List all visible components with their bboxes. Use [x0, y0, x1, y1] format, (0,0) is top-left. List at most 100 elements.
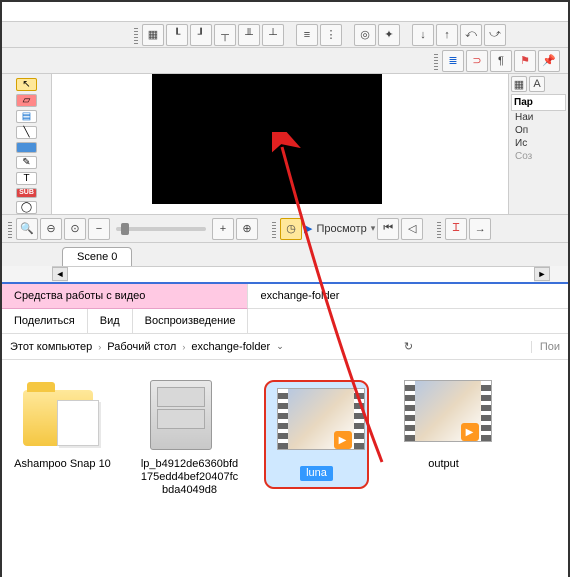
text-tool[interactable]: T [16, 172, 37, 185]
arrow-fwd-btn[interactable]: ⤻ [484, 24, 506, 46]
file-label: lp_b4912de6360bfd175edd4bef20407fcbda404… [140, 458, 240, 498]
breadcrumb-pc[interactable]: Этот компьютер [10, 341, 92, 353]
file-grid: Ashampoo Snap 10 lp_b4912de6360bfd175edd… [2, 360, 568, 518]
target-btn[interactable]: ◎ [354, 24, 376, 46]
editor-panel: ▦ ┖ ┚ ┬ ╨ ┴ ≡ ⋮ ◎ ✦ ↓ ↑ ⤺ ⤻ ≣ ⊃ ¶ ⚑ 📌 ↖ … [2, 2, 568, 282]
play-badge-icon: ▶ [461, 423, 479, 441]
para-btn[interactable]: ¶ [490, 50, 512, 72]
zoom-minus-btn[interactable]: − [88, 218, 110, 240]
panel-icon-1[interactable]: ▦ [511, 76, 527, 92]
properties-panel: ▦ A Пар Наи Оп Ис Соз [508, 74, 568, 214]
prop-item-1: Наи [511, 111, 566, 124]
file-item-cabinet[interactable]: lp_b4912de6360bfd175edd4bef20407fcbda404… [137, 380, 242, 498]
magnet-btn[interactable]: ⊃ [466, 50, 488, 72]
align-btn-1[interactable]: ▦ [142, 24, 164, 46]
zoom-100-btn[interactable]: 🔍 [16, 218, 38, 240]
editor-main: ↖ ▱ ▤ ╲ ✎ T SUB ◯ ▦ A Пар Наи Оп Ис Соз [2, 74, 568, 214]
toolbar-grip[interactable] [134, 26, 138, 44]
ribbon-tab-video-tools[interactable]: Средства работы с видео [2, 284, 248, 309]
scroll-left-icon[interactable]: ◄ [52, 267, 68, 281]
panel-icon-2[interactable]: A [529, 76, 545, 92]
zoom-in-btn[interactable]: ⊕ [236, 218, 258, 240]
scroll-track[interactable] [68, 267, 534, 282]
prop-item-2: Оп [511, 124, 566, 137]
scene-tabs: Scene 0 [2, 242, 568, 266]
toolbar-grip-2[interactable] [434, 52, 438, 70]
goto-btn[interactable]: → [469, 218, 491, 240]
clock-btn[interactable]: ◷ [280, 218, 302, 240]
preview-label[interactable]: Просмотр [316, 223, 366, 235]
canvas-stage[interactable] [152, 74, 382, 204]
canvas-area[interactable] [52, 74, 508, 214]
play-badge-icon: ▶ [334, 431, 352, 449]
step-back-btn[interactable]: ◁ [401, 218, 423, 240]
scroll-right-icon[interactable]: ► [534, 267, 550, 281]
left-toolbar: ↖ ▱ ▤ ╲ ✎ T SUB ◯ [2, 74, 52, 214]
align-btn-3[interactable]: ┚ [190, 24, 212, 46]
zoom-fit-btn[interactable]: ⊙ [64, 218, 86, 240]
folder-icon [23, 380, 103, 452]
breadcrumb-dropdown-icon[interactable]: ⌄ [276, 341, 290, 352]
pen-tool[interactable]: ✎ [16, 156, 37, 169]
select-tool[interactable]: ▱ [16, 94, 37, 107]
menu-bar [2, 2, 568, 22]
cabinet-icon [150, 380, 230, 452]
zoom-toolbar: 🔍 ⊖ ⊙ − + ⊕ ◷ ▶ Просмотр ▾ ⏮ ◁ Ꮖ → [2, 214, 568, 242]
preview-dropdown-icon[interactable]: ▾ [371, 223, 376, 234]
explorer-ribbon: Средства работы с видео Поделиться Вид В… [2, 284, 568, 334]
prop-item-3: Ис [511, 137, 566, 150]
ribbon-tab-view[interactable]: Вид [88, 309, 133, 333]
toolbar-align: ▦ ┖ ┚ ┬ ╨ ┴ ≡ ⋮ ◎ ✦ ↓ ↑ ⤺ ⤻ [2, 22, 568, 48]
align-btn-8[interactable]: ⋮ [320, 24, 342, 46]
arrow-up-btn[interactable]: ↑ [436, 24, 458, 46]
search-input[interactable]: Пои [531, 341, 560, 353]
sub-tool[interactable]: SUB [16, 188, 37, 199]
ribbon-empty [248, 309, 568, 321]
zoom-grip[interactable] [8, 220, 12, 238]
cursor-grip[interactable] [437, 220, 441, 238]
chevron-right-icon: › [98, 342, 101, 352]
align-btn-6[interactable]: ┴ [262, 24, 284, 46]
prev-frame-btn[interactable]: ⏮ [377, 218, 399, 240]
ribbon-tab-playback[interactable]: Воспроизведение [133, 309, 249, 333]
oval-tool[interactable]: ◯ [16, 201, 37, 214]
expand-btn[interactable]: ✦ [378, 24, 400, 46]
prop-item-4: Соз [511, 150, 566, 163]
flag-btn[interactable]: ⚑ [514, 50, 536, 72]
zoom-plus-btn[interactable]: + [212, 218, 234, 240]
file-item-folder[interactable]: Ashampoo Snap 10 [10, 380, 115, 471]
breadcrumb-folder[interactable]: exchange-folder [191, 341, 270, 353]
arrow-down-btn[interactable]: ↓ [412, 24, 434, 46]
align-btn-5[interactable]: ╨ [238, 24, 260, 46]
breadcrumb-bar: Этот компьютер › Рабочий стол › exchange… [2, 334, 568, 360]
file-label: luna [300, 466, 333, 481]
file-label: output [428, 458, 459, 471]
align-btn-4[interactable]: ┬ [214, 24, 236, 46]
align-btn-7[interactable]: ≡ [296, 24, 318, 46]
file-item-video[interactable]: ▶ output [391, 380, 496, 471]
zoom-out-btn[interactable]: ⊖ [40, 218, 62, 240]
preview-grip[interactable] [272, 220, 276, 238]
pointer-tool[interactable]: ↖ [16, 78, 37, 91]
ribbon-tab-share[interactable]: Поделиться [2, 309, 88, 333]
window-title: exchange-folder [248, 284, 568, 309]
file-item-video-selected[interactable]: ▶ luna [264, 380, 369, 489]
refresh-icon[interactable]: ↻ [400, 340, 418, 353]
line-tool[interactable]: ╲ [16, 126, 37, 139]
properties-title: Пар [511, 94, 566, 111]
toolbar-format: ≣ ⊃ ¶ ⚑ 📌 [2, 48, 568, 74]
scene-tab-0[interactable]: Scene 0 [62, 247, 132, 266]
video-icon: ▶ [404, 380, 484, 452]
h-scrollbar[interactable]: ◄ ► [52, 266, 550, 282]
cursor-btn[interactable]: Ꮖ [445, 218, 467, 240]
rect-tool[interactable] [16, 142, 37, 153]
list-btn[interactable]: ≣ [442, 50, 464, 72]
layers-tool[interactable]: ▤ [16, 110, 37, 123]
align-btn-2[interactable]: ┖ [166, 24, 188, 46]
play-icon[interactable]: ▶ [304, 222, 312, 235]
video-icon: ▶ [277, 388, 357, 460]
arrow-back-btn[interactable]: ⤺ [460, 24, 482, 46]
pin-btn[interactable]: 📌 [538, 50, 560, 72]
breadcrumb-desktop[interactable]: Рабочий стол [107, 341, 176, 353]
zoom-slider[interactable] [116, 227, 206, 231]
